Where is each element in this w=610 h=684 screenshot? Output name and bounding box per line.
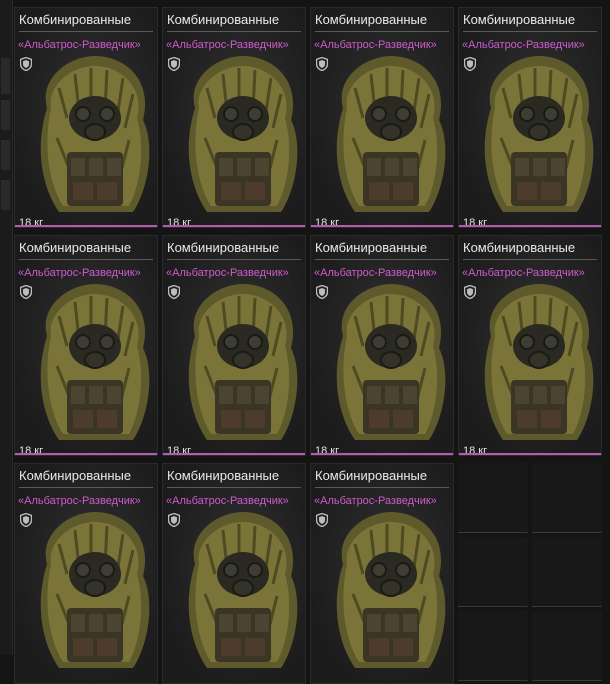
shield-icon	[168, 285, 180, 299]
ghillie-suit-image	[29, 48, 158, 216]
item-underline	[311, 225, 453, 227]
ghillie-suit-image	[177, 504, 306, 672]
item-name: Комбинированные	[167, 468, 280, 483]
divider	[19, 487, 153, 488]
item-name: Комбинированные	[19, 240, 132, 255]
shield-icon	[20, 57, 32, 71]
ghillie-suit-image	[473, 276, 602, 444]
item-name: Комбинированные	[463, 240, 576, 255]
shield-icon	[464, 285, 476, 299]
inventory-item[interactable]: Комбинированные «Альбатрос-Разведчик» 18 к…	[458, 7, 602, 228]
ghillie-suit-image	[325, 504, 454, 672]
shield-icon	[20, 285, 32, 299]
shield-icon	[316, 57, 328, 71]
divider	[315, 31, 449, 32]
sidebar-tab[interactable]	[1, 100, 10, 130]
empty-inventory-slot[interactable]	[458, 537, 528, 607]
item-underline	[163, 453, 305, 455]
empty-inventory-slot[interactable]	[532, 537, 602, 607]
item-underline	[15, 225, 157, 227]
shield-icon	[464, 57, 476, 71]
inventory-sidebar	[0, 0, 13, 655]
item-underline	[15, 453, 157, 455]
item-underline	[163, 225, 305, 227]
item-underline	[311, 453, 453, 455]
item-name: Комбинированные	[315, 468, 428, 483]
divider	[463, 259, 597, 260]
divider	[315, 259, 449, 260]
inventory-item[interactable]: Комбинированные «Альбатрос-Разведчик» 18 к…	[310, 7, 454, 228]
ghillie-suit-image	[29, 504, 158, 672]
ghillie-suit-image	[325, 48, 454, 216]
sidebar-tab[interactable]	[1, 140, 10, 170]
inventory-item[interactable]: Комбинированные «Альбатрос-Разведчик»	[162, 463, 306, 684]
divider	[463, 31, 597, 32]
item-name: Комбинированные	[167, 12, 280, 27]
shield-icon	[20, 513, 32, 527]
empty-inventory-slot[interactable]	[532, 463, 602, 533]
shield-icon	[168, 513, 180, 527]
ghillie-suit-image	[473, 48, 602, 216]
divider	[315, 487, 449, 488]
ghillie-suit-image	[177, 48, 306, 216]
empty-inventory-slot[interactable]	[532, 611, 602, 681]
shield-icon	[316, 513, 328, 527]
ghillie-suit-image	[177, 276, 306, 444]
inventory-item[interactable]: Комбинированные «Альбатрос-Разведчик» 18 к…	[162, 235, 306, 456]
inventory-item[interactable]: Комбинированные «Альбатрос-Разведчик» 18 к…	[458, 235, 602, 456]
item-name: Комбинированные	[315, 240, 428, 255]
inventory-item[interactable]: Комбинированные «Альбатрос-Разведчик» 18 к…	[14, 7, 158, 228]
sidebar-tab[interactable]	[1, 58, 10, 94]
divider	[167, 487, 301, 488]
divider	[19, 259, 153, 260]
ghillie-suit-image	[29, 276, 158, 444]
empty-inventory-slot[interactable]	[458, 463, 528, 533]
shield-icon	[168, 57, 180, 71]
inventory-item[interactable]: Комбинированные «Альбатрос-Разведчик»	[14, 463, 158, 684]
ghillie-suit-image	[325, 276, 454, 444]
inventory-item[interactable]: Комбинированные «Альбатрос-Разведчик» 18 к…	[14, 235, 158, 456]
divider	[167, 31, 301, 32]
item-name: Комбинированные	[19, 12, 132, 27]
item-name: Комбинированные	[463, 12, 576, 27]
empty-inventory-slot[interactable]	[458, 611, 528, 681]
shield-icon	[316, 285, 328, 299]
sidebar-tab[interactable]	[1, 180, 10, 210]
item-underline	[459, 225, 601, 227]
inventory-item[interactable]: Комбинированные «Альбатрос-Разведчик»	[310, 463, 454, 684]
item-underline	[459, 453, 601, 455]
inventory-item[interactable]: Комбинированные «Альбатрос-Разведчик» 18 к…	[162, 7, 306, 228]
item-name: Комбинированные	[315, 12, 428, 27]
inventory-item[interactable]: Комбинированные «Альбатрос-Разведчик» 18 к…	[310, 235, 454, 456]
divider	[167, 259, 301, 260]
item-name: Комбинированные	[167, 240, 280, 255]
divider	[19, 31, 153, 32]
item-name: Комбинированные	[19, 468, 132, 483]
